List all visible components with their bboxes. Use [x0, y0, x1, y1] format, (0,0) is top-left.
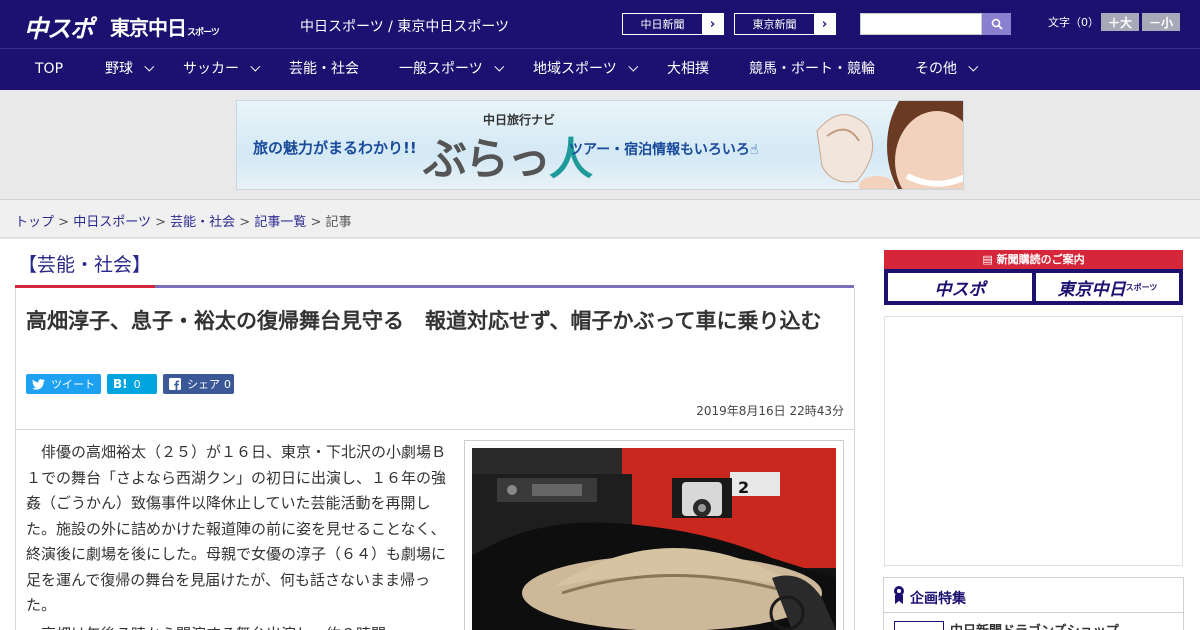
feature-item-link[interactable]: 中日新聞ドラゴンズショップ: [950, 620, 1119, 630]
facebook-count: 0: [224, 377, 231, 391]
photo-tag: 2: [738, 478, 750, 497]
nav-item-racing[interactable]: 競馬・ボート・競輪: [749, 49, 875, 90]
feature-thumbnail[interactable]: [894, 621, 944, 630]
facebook-share-button[interactable]: シェア 0: [163, 374, 234, 394]
nav-label: 芸能・社会: [289, 61, 359, 77]
site-header: 中スポ 東京中日スポーツ 中日スポーツ / 東京中日スポーツ 中日新聞 › 東京…: [0, 0, 1200, 48]
banner-area: 旅の魅力がまるわかり!! 中日旅行ナビ ぶらっ人 ツアー・宿泊情報もいろいろ☝: [0, 90, 1200, 200]
nav-label: 野球: [105, 61, 133, 77]
facebook-label: シェア: [187, 378, 220, 391]
nav-item-sumo[interactable]: 大相撲: [667, 49, 709, 90]
article-photo-image: [472, 448, 836, 630]
divider: [16, 429, 854, 430]
article-headline: 高畑淳子、息子・裕太の復帰舞台見守る 報道対応せず、帽子かぶって車に乗り込む: [26, 309, 822, 333]
twitter-icon: [32, 378, 45, 390]
hatena-count: 0: [133, 377, 141, 391]
tweet-button[interactable]: ツイート: [26, 374, 101, 394]
breadcrumb-link[interactable]: 記事一覧: [254, 215, 306, 230]
article-paragraph: 俳優の高畑裕太（２５）が１６日、東京・下北沢の小劇場Ｂ１での舞台「さよなら西湖ク…: [26, 443, 447, 614]
travel-ad-banner[interactable]: 旅の魅力がまるわかり!! 中日旅行ナビ ぶらっ人 ツアー・宿泊情報もいろいろ☝: [236, 100, 964, 190]
tokyo-subscribe-main: 東京中日: [1057, 279, 1126, 300]
breadcrumb: トップ > 中日スポーツ > 芸能・社会 > 記事一覧 > 記事: [15, 211, 352, 230]
article-photo[interactable]: 2: [472, 448, 836, 630]
nav-item-top[interactable]: TOP: [35, 49, 63, 90]
nav-item-local-sports[interactable]: 地域スポーツ: [533, 49, 639, 90]
banner-photo: [816, 101, 963, 189]
facebook-icon: [169, 378, 181, 390]
breadcrumb-bar: トップ > 中日スポーツ > 芸能・社会 > 記事一覧 > 記事: [0, 200, 1200, 238]
chuspo-logo[interactable]: 中スポ: [24, 9, 94, 44]
tokyo-chunichi-subscribe-button[interactable]: 東京中日 スポーツ: [1036, 273, 1179, 301]
chevron-down-icon: [968, 61, 979, 72]
nav-item-other[interactable]: その他: [915, 49, 979, 90]
main-nav: TOP 野球 サッカー 芸能・社会 一般スポーツ 地域スポーツ 大相撲 競馬・ボ…: [0, 48, 1200, 90]
tokyo-subscribe-small: スポーツ: [1125, 282, 1158, 292]
nav-label: 競馬・ボート・競輪: [749, 61, 875, 77]
tokyo-chunichi-logo[interactable]: 東京中日スポーツ: [110, 12, 220, 41]
breadcrumb-separator: >: [239, 215, 251, 230]
banner-right-text: ツアー・宿泊情報もいろいろ☝: [569, 142, 759, 158]
hatena-bookmark-button[interactable]: B! 0: [107, 374, 157, 394]
nav-item-soccer[interactable]: サッカー: [183, 49, 261, 90]
sidebar-ad-slot[interactable]: [884, 316, 1183, 566]
chunichi-shimbun-link[interactable]: 中日新聞 ›: [622, 13, 724, 35]
font-larger-button[interactable]: ＋大: [1101, 13, 1139, 31]
nav-label: 一般スポーツ: [399, 61, 483, 77]
breadcrumb-current: 記事: [325, 215, 352, 230]
subscription-title: 新聞購読のご案内: [996, 253, 1085, 266]
breadcrumb-link[interactable]: トップ: [15, 215, 54, 230]
search-icon: [991, 18, 1003, 30]
newspaper-icon: ▤: [982, 253, 997, 266]
category-title: 【芸能・社会】: [18, 254, 152, 276]
font-size-label: 文字（0）: [1048, 16, 1099, 29]
hatena-icon: B!: [113, 377, 128, 391]
chevron-right-icon: ›: [814, 14, 835, 34]
chevron-right-icon: ›: [702, 14, 723, 34]
site-names: 中日スポーツ / 東京中日スポーツ: [300, 19, 510, 35]
nav-item-entertainment[interactable]: 芸能・社会: [289, 49, 359, 90]
search-input[interactable]: [860, 13, 982, 35]
nav-label: 大相撲: [667, 61, 709, 77]
subscription-box: ▤ 新聞購読のご案内 中スポ 東京中日 スポーツ: [884, 250, 1183, 305]
font-smaller-button[interactable]: －小: [1142, 13, 1180, 31]
tokyo-logo-small: スポーツ: [187, 28, 220, 38]
chevron-down-icon: [494, 61, 505, 72]
nav-label: その他: [915, 61, 957, 77]
nav-item-general-sports[interactable]: 一般スポーツ: [399, 49, 505, 90]
chunichi-shimbun-label: 中日新聞: [640, 18, 685, 31]
nav-label: 地域スポーツ: [533, 61, 617, 77]
banner-left-text: 旅の魅力がまるわかり!!: [253, 139, 417, 157]
banner-logo: ぶらっ人: [423, 123, 593, 187]
chuspo-subscribe-button[interactable]: 中スポ: [888, 273, 1032, 301]
nav-item-baseball[interactable]: 野球: [105, 49, 155, 90]
tokyo-shimbun-label: 東京新聞: [752, 18, 797, 31]
breadcrumb-link[interactable]: 中日スポーツ: [73, 215, 151, 230]
feature-title: 企画特集: [910, 591, 966, 607]
breadcrumb-link[interactable]: 芸能・社会: [170, 215, 235, 230]
breadcrumb-separator: >: [310, 215, 322, 230]
publish-date: 2019年8月16日 22時43分: [696, 404, 844, 418]
chevron-down-icon: [144, 61, 155, 72]
nav-label: サッカー: [183, 61, 239, 77]
tokyo-shimbun-link[interactable]: 東京新聞 ›: [734, 13, 836, 35]
divider: [884, 612, 1183, 613]
breadcrumb-separator: >: [155, 215, 166, 230]
subscription-header[interactable]: ▤ 新聞購読のご案内: [884, 250, 1183, 269]
tweet-label: ツイート: [51, 378, 95, 391]
nav-label: TOP: [35, 61, 64, 77]
article-paragraph: 高畑は午後７時から開演する舞台出演し、約２時間: [26, 622, 446, 630]
chevron-down-icon: [628, 61, 639, 72]
banner-logo-a: ぶらっ: [423, 134, 551, 185]
chevron-down-icon: [250, 61, 261, 72]
tokyo-logo-main: 東京中日: [110, 16, 187, 40]
breadcrumb-separator: >: [58, 215, 70, 230]
ribbon-icon: [894, 586, 904, 604]
search-button[interactable]: [982, 13, 1011, 35]
